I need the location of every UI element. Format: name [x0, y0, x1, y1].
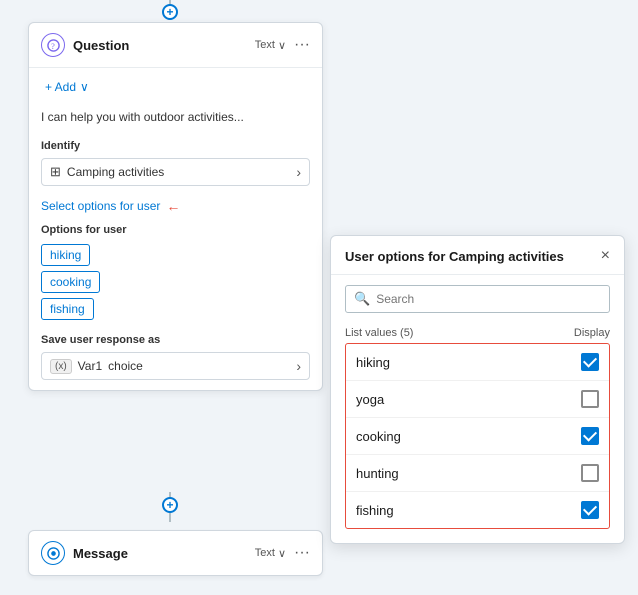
list-item: yoga	[346, 381, 609, 418]
card-header: ? Question Text ∨ ···	[29, 23, 322, 68]
list-item: hiking	[346, 344, 609, 381]
add-step-button-mid[interactable]: +	[162, 497, 178, 513]
identify-label: Identify	[41, 140, 310, 152]
message-card-icon	[41, 541, 65, 565]
add-button[interactable]: + Add ∨	[41, 78, 93, 96]
arrow-right-icon: ←	[166, 198, 180, 214]
card-title: Question	[73, 38, 255, 53]
add-chevron-icon: ∨	[80, 80, 89, 94]
question-card: ? Question Text ∨ ··· + Add ∨ I can help…	[28, 22, 323, 391]
checkbox-cooking[interactable]	[581, 427, 599, 445]
option-tag-hiking-label: hiking	[50, 248, 81, 262]
option-tags-list: hiking cooking fishing	[41, 244, 310, 320]
option-tag-cooking-label: cooking	[50, 275, 91, 289]
search-input[interactable]	[376, 292, 601, 306]
panel-header: User options for Camping activities ×	[331, 236, 624, 275]
message-card-title: Message	[73, 546, 255, 561]
checkbox-hunting[interactable]	[581, 464, 599, 482]
identify-value: Camping activities	[67, 165, 296, 179]
identify-field[interactable]: ⊞ Camping activities ›	[41, 158, 310, 186]
message-card: Message Text ∨ ···	[28, 530, 323, 576]
message-chevron-icon: ∨	[278, 547, 286, 560]
list-item: hunting	[346, 455, 609, 492]
checkbox-checked-icon[interactable]	[581, 501, 599, 519]
options-list: hiking yoga cooking hunting	[345, 343, 610, 529]
identify-chevron-icon: ›	[296, 164, 301, 180]
message-card-type-badge[interactable]: Text ∨	[255, 547, 286, 560]
checkbox-unchecked-icon[interactable]	[581, 464, 599, 482]
options-for-user-label: Options for user	[41, 224, 310, 236]
save-response-field[interactable]: (x) Var1 choice ›	[41, 352, 310, 380]
add-step-button-top[interactable]: +	[162, 4, 178, 20]
checkbox-fishing[interactable]	[581, 501, 599, 519]
save-field-chevron-icon: ›	[296, 358, 301, 374]
list-item: cooking	[346, 418, 609, 455]
var-type: choice	[108, 359, 296, 373]
save-response-label: Save user response as	[41, 334, 310, 346]
card-type-badge[interactable]: Text ∨	[255, 39, 286, 52]
checkbox-checked-icon[interactable]	[581, 353, 599, 371]
checkbox-checked-icon[interactable]	[581, 427, 599, 445]
message-more-button[interactable]: ···	[294, 544, 310, 562]
checkbox-yoga[interactable]	[581, 390, 599, 408]
display-column-label: Display	[574, 327, 610, 339]
panel-close-button[interactable]: ×	[601, 248, 610, 264]
message-preview-text: I can help you with outdoor activities..…	[41, 106, 310, 128]
add-label: + Add	[45, 80, 76, 94]
message-type-text: Text	[255, 547, 275, 559]
list-item: fishing	[346, 492, 609, 528]
chevron-down-icon: ∨	[278, 39, 286, 52]
message-card-header: Message Text ∨ ···	[29, 531, 322, 575]
panel-list-header: List values (5) Display	[331, 323, 624, 343]
select-options-label: Select options for user	[41, 199, 160, 213]
svg-text:?: ?	[51, 42, 55, 51]
option-tag-cooking[interactable]: cooking	[41, 271, 100, 293]
card-more-button[interactable]: ···	[294, 36, 310, 54]
option-tag-fishing[interactable]: fishing	[41, 298, 94, 320]
item-name-cooking: cooking	[356, 429, 581, 444]
question-card-icon: ?	[41, 33, 65, 57]
checkbox-hiking[interactable]	[581, 353, 599, 371]
option-tag-fishing-label: fishing	[50, 302, 85, 316]
user-options-panel: User options for Camping activities × 🔍 …	[330, 235, 625, 544]
list-values-label: List values (5)	[345, 327, 574, 339]
item-name-fishing: fishing	[356, 503, 581, 518]
var-name: Var1	[78, 359, 102, 373]
var-badge: (x)	[50, 359, 72, 374]
select-options-link[interactable]: Select options for user ←	[41, 198, 310, 214]
option-tag-hiking[interactable]: hiking	[41, 244, 90, 266]
panel-title: User options for Camping activities	[345, 249, 601, 264]
search-icon: 🔍	[354, 291, 370, 307]
item-name-hiking: hiking	[356, 355, 581, 370]
panel-search-box[interactable]: 🔍	[345, 285, 610, 313]
grid-icon: ⊞	[50, 164, 61, 180]
card-type-text: Text	[255, 39, 275, 51]
card-body: + Add ∨ I can help you with outdoor acti…	[29, 68, 322, 390]
item-name-yoga: yoga	[356, 392, 581, 407]
checkbox-unchecked-icon[interactable]	[581, 390, 599, 408]
item-name-hunting: hunting	[356, 466, 581, 481]
